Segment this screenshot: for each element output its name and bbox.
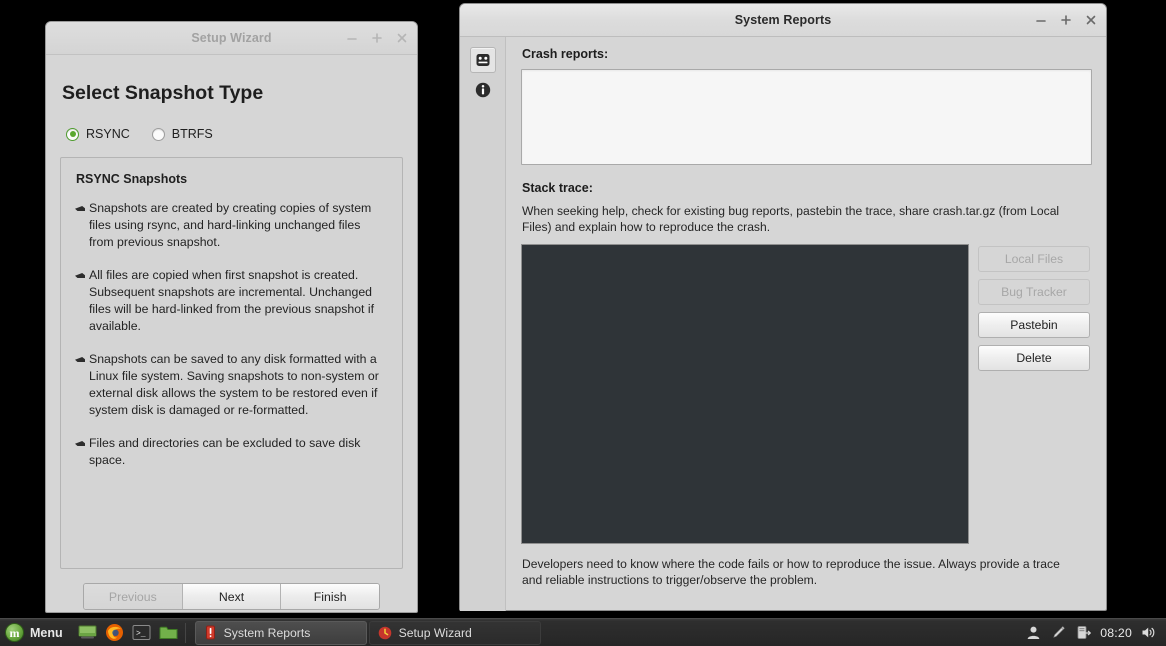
stack-trace-output[interactable] (521, 244, 969, 544)
setup-wizard-titlebar[interactable]: Setup Wizard (46, 22, 417, 55)
stack-trace-row: Local Files Bug Tracker Pastebin Delete (521, 244, 1092, 544)
warning-icon (205, 625, 215, 640)
stack-trace-help-text: When seeking help, check for existing bu… (522, 204, 1060, 234)
stack-trace-label: Stack trace: (522, 181, 593, 195)
info-bullet-1: Snapshots are created by creating copies… (75, 200, 388, 251)
menu-button-label: Menu (30, 625, 63, 640)
menu-button[interactable]: m Menu (0, 620, 71, 646)
radio-rsync[interactable]: RSYNC (66, 127, 130, 141)
local-files-button[interactable]: Local Files (978, 246, 1090, 272)
snapshot-type-radio-group: RSYNC BTRFS (66, 127, 403, 141)
user-icon[interactable] (1025, 624, 1042, 641)
info-bullet-3: Snapshots can be saved to any disk forma… (75, 351, 388, 419)
system-reports-sidebar (460, 37, 506, 611)
setup-wizard-body: Select Snapshot Type RSYNC BTRFS RSYNC S… (46, 55, 417, 610)
info-bullet-4-text: Files and directories can be excluded to… (89, 436, 361, 467)
close-icon[interactable] (394, 31, 409, 46)
setup-wizard-title: Setup Wizard (191, 31, 272, 45)
desktop: Setup Wizard Select Snapshot Type RSYNC (0, 0, 1166, 646)
minimize-icon[interactable] (1033, 13, 1048, 28)
system-reports-window-controls (1033, 4, 1098, 36)
firefox-icon[interactable] (104, 622, 126, 644)
system-reports-body: Crash reports: Stack trace: When seeking… (460, 37, 1106, 611)
stack-trace-action-buttons: Local Files Bug Tracker Pastebin Delete (978, 244, 1090, 544)
info-icon[interactable] (470, 77, 496, 103)
taskbar: m Menu >_ System Reports Setup Wizard 08… (0, 618, 1166, 646)
system-reports-main: Crash reports: Stack trace: When seeking… (506, 37, 1106, 611)
crash-reports-list[interactable] (521, 69, 1092, 165)
wizard-navigation-buttons: Previous Next Finish (83, 583, 380, 610)
pastebin-button[interactable]: Pastebin (978, 312, 1090, 338)
info-bullet-3-text: Snapshots can be saved to any disk forma… (89, 352, 379, 417)
svg-text:>_: >_ (136, 630, 146, 639)
window-list: System Reports Setup Wizard (194, 620, 541, 645)
taskbar-item-setup-wizard[interactable]: Setup Wizard (368, 620, 541, 645)
bug-tracker-button[interactable]: Bug Tracker (978, 279, 1090, 305)
bullet-arrow-icon (75, 273, 85, 278)
system-tray: 08:20 (1025, 624, 1166, 641)
clock[interactable]: 08:20 (1100, 626, 1132, 640)
taskbar-item-system-reports-label: System Reports (223, 625, 311, 640)
system-reports-titlebar[interactable]: System Reports (460, 4, 1106, 37)
info-bullet-2: All files are copied when first snapshot… (75, 267, 388, 335)
info-panel-title: RSYNC Snapshots (76, 172, 188, 186)
next-button[interactable]: Next (182, 584, 282, 609)
radio-btrfs-indicator[interactable] (151, 127, 165, 141)
system-reports-footer-text: Developers need to know where the code f… (522, 557, 1060, 587)
timeshift-icon (378, 626, 391, 639)
page-title: Select Snapshot Type (62, 82, 264, 104)
crash-reports-icon[interactable] (469, 47, 496, 73)
update-manager-icon[interactable] (1075, 624, 1092, 641)
system-reports-title: System Reports (734, 13, 832, 27)
file-manager-icon[interactable] (158, 622, 180, 644)
show-desktop-icon[interactable] (77, 622, 99, 644)
bullet-arrow-icon (75, 441, 85, 446)
setup-wizard-window[interactable]: Setup Wizard Select Snapshot Type RSYNC (45, 21, 418, 613)
info-bullet-2-text: All files are copied when first snapshot… (89, 268, 375, 333)
delete-button[interactable]: Delete (978, 345, 1090, 371)
mint-logo-letter: m (9, 625, 20, 640)
minimize-icon[interactable] (344, 31, 359, 46)
maximize-icon[interactable] (1058, 13, 1073, 28)
bullet-arrow-icon (75, 357, 85, 362)
maximize-icon[interactable] (369, 31, 384, 46)
previous-button[interactable]: Previous (84, 584, 183, 609)
taskbar-item-system-reports[interactable]: System Reports (194, 620, 367, 645)
radio-rsync-label: RSYNC (86, 127, 130, 141)
radio-rsync-indicator[interactable] (66, 127, 79, 141)
linux-mint-logo-icon: m (5, 623, 24, 642)
close-icon[interactable] (1083, 13, 1098, 28)
taskbar-item-setup-wizard-label: Setup Wizard (398, 625, 472, 640)
speaker-icon[interactable] (1140, 624, 1157, 641)
radio-btrfs[interactable]: BTRFS (151, 127, 213, 141)
info-bullet-4: Files and directories can be excluded to… (75, 435, 388, 469)
radio-btrfs-label: BTRFS (171, 127, 213, 141)
system-reports-window[interactable]: System Reports Crash reports: Stack trac… (459, 3, 1107, 611)
snapshot-type-info-panel: RSYNC Snapshots Snapshots are created by… (60, 157, 403, 569)
terminal-icon[interactable]: >_ (131, 622, 153, 644)
finish-button[interactable]: Finish (281, 584, 379, 609)
bullet-arrow-icon (75, 206, 85, 211)
pen-icon[interactable] (1050, 624, 1067, 641)
quick-launch-bar: >_ (77, 622, 180, 644)
setup-wizard-window-controls (344, 22, 409, 54)
taskbar-separator (184, 622, 186, 643)
info-bullet-1-text: Snapshots are created by creating copies… (89, 201, 372, 249)
crash-reports-label: Crash reports: (522, 47, 609, 61)
